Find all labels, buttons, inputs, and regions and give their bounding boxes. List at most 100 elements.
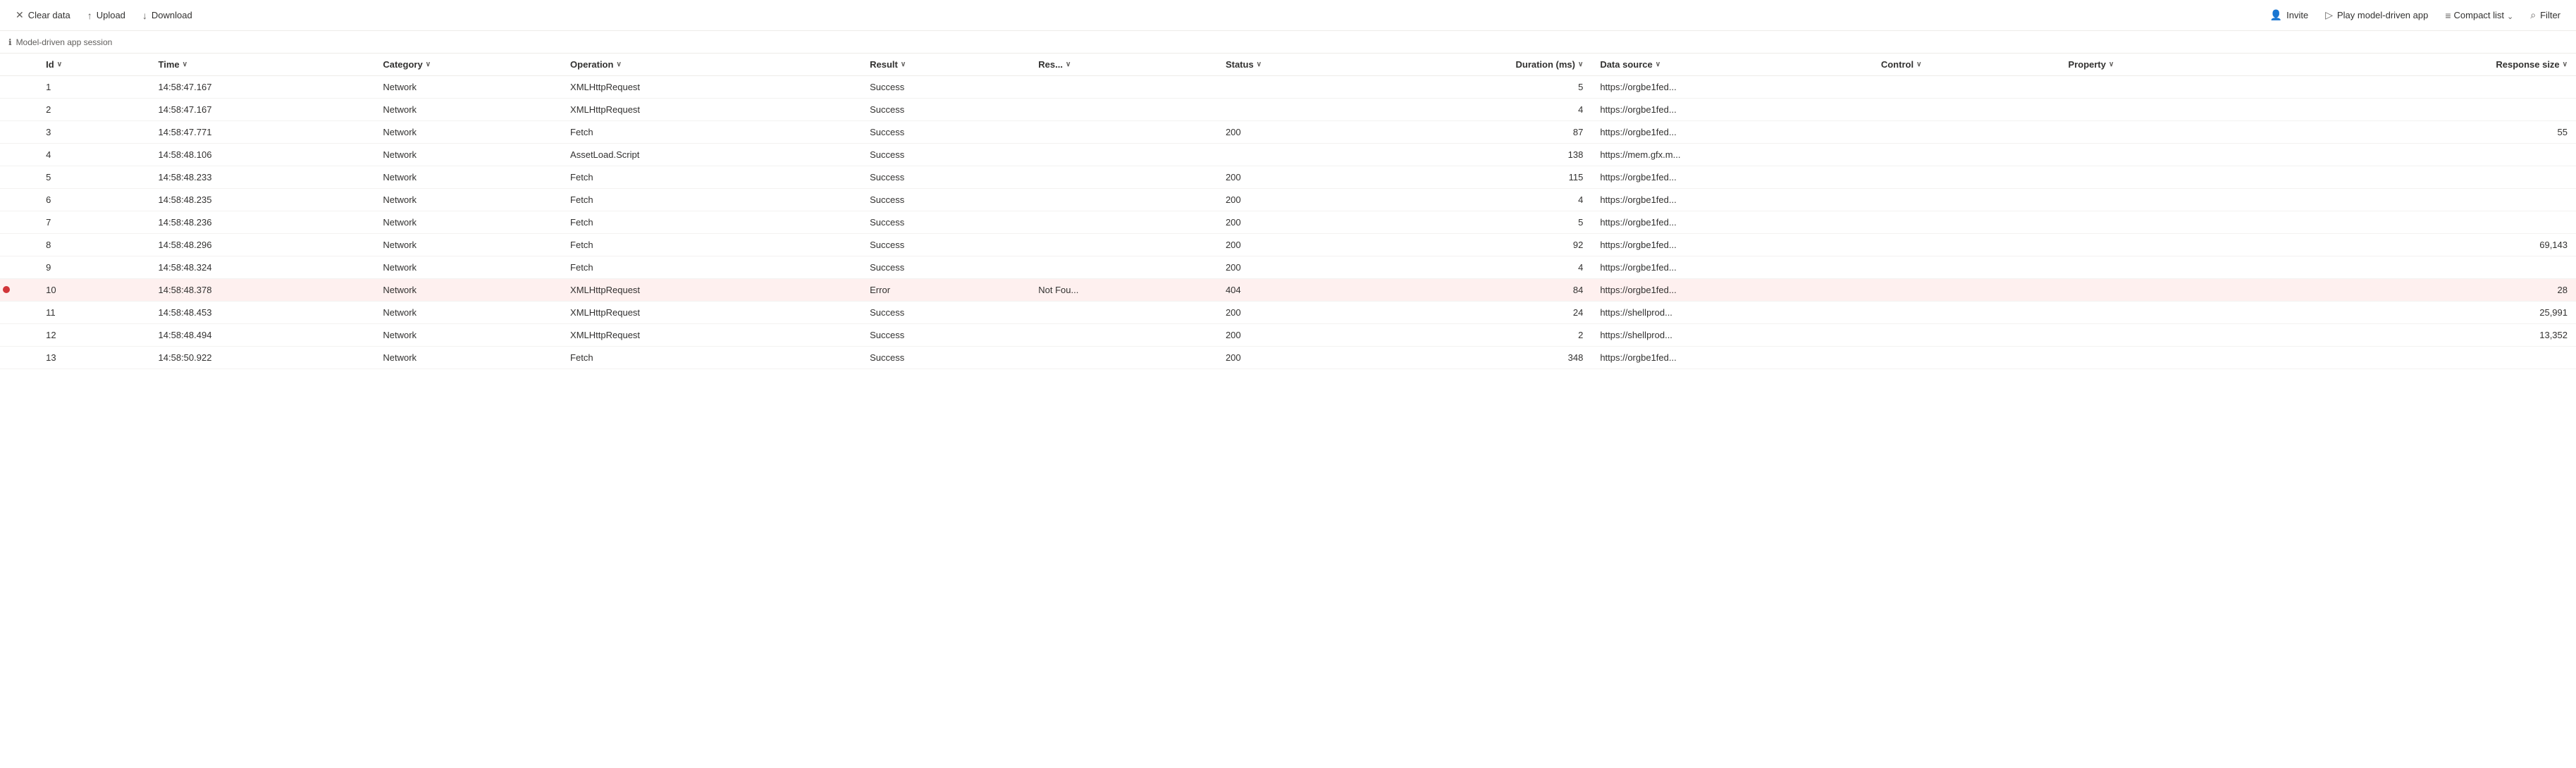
cell-time: 14:58:48.106 [150,144,375,166]
col-operation-label: Operation [570,59,613,70]
cell-operation: Fetch [562,234,861,256]
cell-property [2060,279,2341,302]
table-row[interactable]: 414:58:48.106NetworkAssetLoad.ScriptSucc… [0,144,2576,166]
col-property-sort-icon: ∨ [2109,61,2114,68]
cell-control [1873,99,2060,121]
error-indicator-cell [0,211,37,234]
col-header-status[interactable]: Status ∨ [1217,54,1367,76]
cell-operation: XMLHttpRequest [562,324,861,347]
cell-control [1873,256,2060,279]
cell-status [1217,99,1367,121]
play-model-driven-button[interactable]: ▷ Play model-driven app [2318,5,2435,25]
cell-property [2060,144,2341,166]
col-datasource-label: Data source [1600,59,1652,70]
error-indicator-cell [0,302,37,324]
cell-duration: 84 [1367,279,1591,302]
table-row[interactable]: 1114:58:48.453NetworkXMLHttpRequestSucce… [0,302,2576,324]
cell-category: Network [374,121,562,144]
cell-time: 14:58:47.167 [150,99,375,121]
cell-datasource: https://orgbe1fed... [1591,189,1873,211]
cell-time: 14:58:48.494 [150,324,375,347]
error-indicator-cell [0,144,37,166]
cell-property [2060,324,2341,347]
cell-res [1030,144,1217,166]
filter-label: Filter [2540,10,2560,20]
cell-operation: XMLHttpRequest [562,279,861,302]
table-row[interactable]: 814:58:48.296NetworkFetchSuccess20092htt… [0,234,2576,256]
col-header-category[interactable]: Category ∨ [374,54,562,76]
cell-control [1873,121,2060,144]
table-row[interactable]: 914:58:48.324NetworkFetchSuccess2004http… [0,256,2576,279]
col-header-res[interactable]: Res... ∨ [1030,54,1217,76]
cell-id: 2 [37,99,149,121]
cell-duration: 5 [1367,76,1591,99]
cell-property [2060,99,2341,121]
cell-result: Error [861,279,1030,302]
table-body: 114:58:47.167NetworkXMLHttpRequestSucces… [0,76,2576,369]
cell-status: 200 [1217,189,1367,211]
error-indicator-cell [0,166,37,189]
cell-duration: 87 [1367,121,1591,144]
cell-id: 13 [37,347,149,369]
cell-control [1873,302,2060,324]
cell-operation: Fetch [562,211,861,234]
cell-datasource: https://orgbe1fed... [1591,121,1873,144]
col-header-result[interactable]: Result ∨ [861,54,1030,76]
download-button[interactable]: ↓ Download [135,6,199,25]
col-header-duration[interactable]: Duration (ms) ∨ [1367,54,1591,76]
table-row[interactable]: 614:58:48.235NetworkFetchSuccess2004http… [0,189,2576,211]
cell-operation: Fetch [562,121,861,144]
cell-time: 14:58:48.296 [150,234,375,256]
cell-duration: 138 [1367,144,1591,166]
session-bar: ℹ Model-driven app session [0,31,2576,54]
cell-datasource: https://shellprod... [1591,324,1873,347]
clear-data-button[interactable]: ✕ Clear data [8,5,78,25]
cell-category: Network [374,99,562,121]
col-header-datasource[interactable]: Data source ∨ [1591,54,1873,76]
compact-list-label: Compact list [2454,10,2505,20]
table-row[interactable]: 214:58:47.167NetworkXMLHttpRequestSucces… [0,99,2576,121]
col-header-id[interactable]: Id ∨ [37,54,149,76]
cell-id: 10 [37,279,149,302]
cell-responsesize [2341,347,2576,369]
cell-property [2060,189,2341,211]
invite-button[interactable]: 👤 Invite [2263,5,2316,25]
col-id-label: Id [46,59,54,70]
table-row[interactable]: 114:58:47.167NetworkXMLHttpRequestSucces… [0,76,2576,99]
table-row[interactable]: 314:58:47.771NetworkFetchSuccess20087htt… [0,121,2576,144]
cell-id: 4 [37,144,149,166]
cell-datasource: https://shellprod... [1591,302,1873,324]
table-row[interactable]: 1314:58:50.922NetworkFetchSuccess200348h… [0,347,2576,369]
cell-category: Network [374,347,562,369]
table-row[interactable]: 1014:58:48.378NetworkXMLHttpRequestError… [0,279,2576,302]
cell-category: Network [374,189,562,211]
compact-list-button[interactable]: ≡ Compact list [2438,6,2520,25]
cell-datasource: https://mem.gfx.m... [1591,144,1873,166]
cell-operation: Fetch [562,166,861,189]
col-header-property[interactable]: Property ∨ [2060,54,2341,76]
cell-duration: 24 [1367,302,1591,324]
col-header-control[interactable]: Control ∨ [1873,54,2060,76]
cell-property [2060,211,2341,234]
cell-res [1030,234,1217,256]
error-indicator-cell [0,76,37,99]
col-header-operation[interactable]: Operation ∨ [562,54,861,76]
error-col-header [0,54,37,76]
cell-res [1030,211,1217,234]
table-row[interactable]: 714:58:48.236NetworkFetchSuccess2005http… [0,211,2576,234]
table-row[interactable]: 1214:58:48.494NetworkXMLHttpRequestSucce… [0,324,2576,347]
cell-control [1873,279,2060,302]
error-indicator-cell [0,347,37,369]
filter-button[interactable]: ⌕ Filter [2523,5,2568,25]
col-result-sort-icon: ∨ [901,61,906,68]
col-header-responsesize[interactable]: Response size ∨ [2341,54,2576,76]
cell-duration: 4 [1367,189,1591,211]
cell-result: Success [861,166,1030,189]
table-row[interactable]: 514:58:48.233NetworkFetchSuccess200115ht… [0,166,2576,189]
cell-property [2060,76,2341,99]
cell-time: 14:58:48.236 [150,211,375,234]
col-header-time[interactable]: Time ∨ [150,54,375,76]
upload-button[interactable]: ↑ Upload [80,6,133,25]
cell-operation: XMLHttpRequest [562,76,861,99]
cell-status: 200 [1217,302,1367,324]
